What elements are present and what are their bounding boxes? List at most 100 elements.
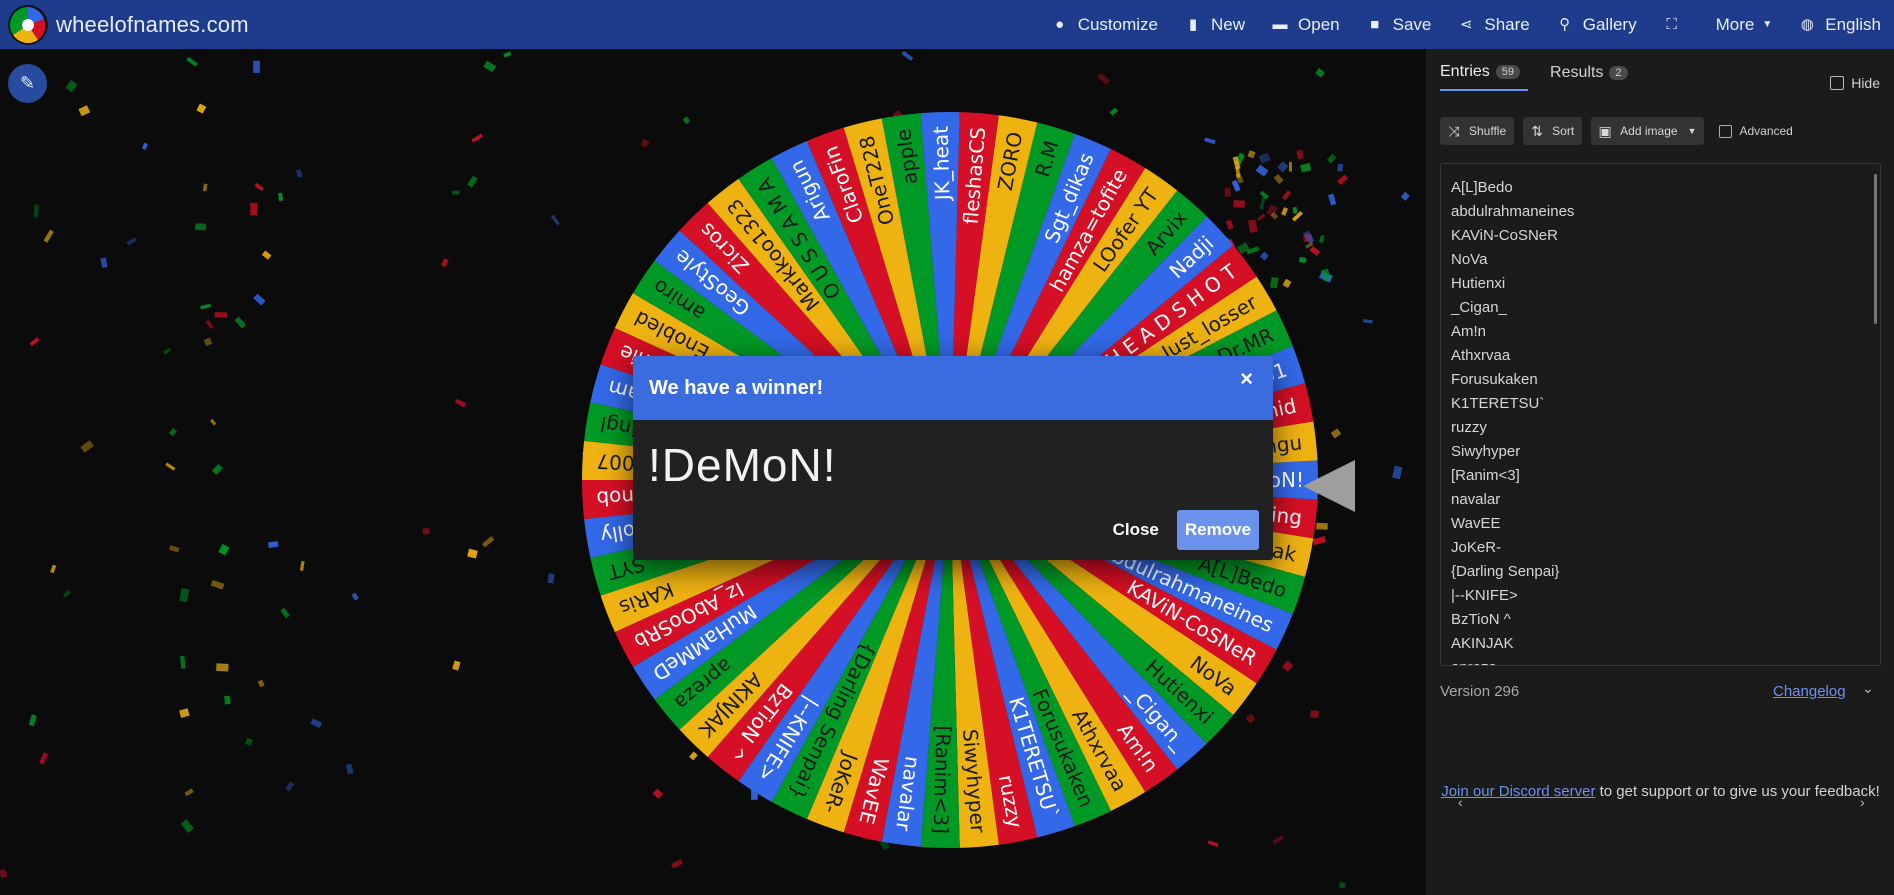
confetti-piece [1097, 72, 1110, 85]
confetti-piece [452, 190, 460, 195]
add-image-button[interactable]: ▣ Add image ▼ [1591, 117, 1705, 145]
tab-results[interactable]: Results 2 [1550, 63, 1628, 91]
confetti-piece [253, 293, 266, 306]
close-button[interactable]: Close [1095, 510, 1177, 550]
confetti-piece [254, 182, 264, 191]
share-icon: ⋖ [1460, 15, 1473, 33]
confetti-piece [179, 708, 190, 718]
chevron-down-icon[interactable]: ⌄ [1862, 680, 1874, 697]
tab-label: Results [1550, 64, 1604, 81]
sort-icon: ⇅ [1531, 122, 1544, 139]
menu-label: Share [1484, 14, 1530, 34]
confetti-piece [205, 319, 214, 330]
hide-toggle[interactable]: Hide [1830, 75, 1880, 91]
entry-line: WavEE [1451, 515, 1501, 532]
advanced-checkbox[interactable] [1719, 124, 1733, 138]
confetti-piece [296, 169, 303, 178]
chevron-right-icon[interactable]: › [1860, 794, 1865, 810]
wheel-segment-label: [Ranim<3] [929, 725, 956, 834]
confetti-piece [1400, 191, 1410, 201]
shuffle-icon: ⤨ [1448, 122, 1460, 139]
hide-checkbox[interactable] [1830, 76, 1845, 90]
confetti-piece [1328, 193, 1337, 206]
wheel-segment-label: JK_heat [929, 126, 955, 203]
confetti-piece [467, 548, 478, 559]
confetti-piece [268, 541, 279, 549]
confetti-piece [200, 303, 211, 310]
confetti-piece [1330, 428, 1342, 439]
fullscreen-button[interactable]: ⛶ [1650, 0, 1703, 49]
entry-line: A[L]Bedo [1451, 179, 1513, 196]
confetti-piece [126, 237, 137, 246]
confetti-piece [33, 204, 39, 218]
customize-button[interactable]: ● Customize [1038, 0, 1171, 49]
brand-name: wheelofnames.com [56, 11, 249, 37]
app-root: wheelofnames.com ● Customize ▮ New ▬ Open ■… [0, 0, 1894, 895]
share-button[interactable]: ⋖ Share [1444, 0, 1542, 49]
brand[interactable]: wheelofnames.com [8, 4, 249, 45]
dialog-header: We have a winner! × [633, 356, 1273, 420]
gallery-button[interactable]: ⚲ Gallery [1543, 0, 1650, 49]
results-count-badge: 2 [1609, 66, 1628, 80]
confetti-piece [278, 192, 284, 202]
confetti-piece [168, 428, 177, 437]
confetti-piece [78, 105, 91, 117]
pencil-icon: ✎ [19, 73, 36, 93]
advanced-label: Advanced [1739, 124, 1793, 138]
confetti-piece [1363, 319, 1373, 324]
save-icon: ■ [1370, 15, 1380, 33]
close-icon[interactable]: × [1240, 366, 1253, 392]
entry-line: K1TERETSU` [1451, 395, 1545, 412]
confetti-piece [196, 103, 207, 114]
discord-link[interactable]: Join our Discord server [1441, 783, 1595, 800]
shuffle-label: Shuffle [1469, 124, 1507, 138]
tab-label: Entries [1440, 63, 1490, 80]
confetti-piece [163, 347, 172, 355]
tab-entries[interactable]: Entries 59 [1440, 63, 1529, 91]
chevron-down-icon: ▼ [1687, 126, 1697, 136]
entry-line: AKINJAK [1451, 635, 1514, 652]
entry-line: JoKeR- [1451, 539, 1502, 556]
entries-textarea[interactable]: A[L]Bedo abdulrahmaneines KAViN-CoSNeR NoVa… [1440, 163, 1881, 666]
remove-button[interactable]: Remove [1176, 510, 1259, 550]
confetti-piece [285, 781, 295, 792]
image-icon: ▣ [1598, 122, 1612, 139]
confetti-piece [1315, 68, 1325, 78]
save-button[interactable]: ■ Save [1353, 0, 1445, 49]
entry-line: Siwyhyper [1451, 443, 1521, 460]
confetti-piece [1337, 163, 1344, 172]
advanced-toggle[interactable]: Advanced [1719, 124, 1793, 138]
shuffle-button[interactable]: ⤨ Shuffle [1440, 117, 1515, 145]
confetti-piece [184, 788, 194, 797]
open-button[interactable]: ▬ Open [1258, 0, 1353, 49]
sort-button[interactable]: ⇅ Sort [1523, 117, 1583, 145]
more-button[interactable]: More ▼ [1703, 0, 1786, 49]
entry-line: BzTioN ^ [1451, 611, 1511, 628]
confetti-piece [422, 527, 430, 535]
confetti-piece [471, 133, 483, 143]
confetti-piece [547, 573, 555, 584]
changelog-link[interactable]: Changelog [1773, 683, 1846, 700]
add-image-label: Add image [1620, 124, 1678, 138]
confetti-piece [503, 51, 512, 58]
confetti-piece [1338, 881, 1347, 889]
entry-line: Athxrvaa [1451, 347, 1511, 364]
menu-label: English [1825, 14, 1881, 34]
confetti-piece [218, 543, 230, 556]
sort-label: Sort [1552, 124, 1575, 138]
confetti-piece [80, 440, 94, 453]
logo-icon [8, 4, 48, 45]
palette-icon: ● [1055, 15, 1065, 33]
confetti-piece [179, 588, 190, 603]
entry-line: Am!n [1451, 323, 1487, 340]
confetti-piece [234, 316, 247, 329]
entry-line: ruzzy [1451, 419, 1487, 436]
wheel-segment-label: 007 [596, 449, 635, 475]
file-icon: ▮ [1188, 15, 1198, 33]
scrollbar[interactable] [1874, 174, 1877, 324]
confetti-piece [210, 418, 217, 426]
confetti-piece [454, 398, 467, 408]
edit-button[interactable]: ✎ [8, 64, 47, 103]
language-button[interactable]: ◍ English [1785, 0, 1894, 49]
new-button[interactable]: ▮ New [1171, 0, 1258, 49]
